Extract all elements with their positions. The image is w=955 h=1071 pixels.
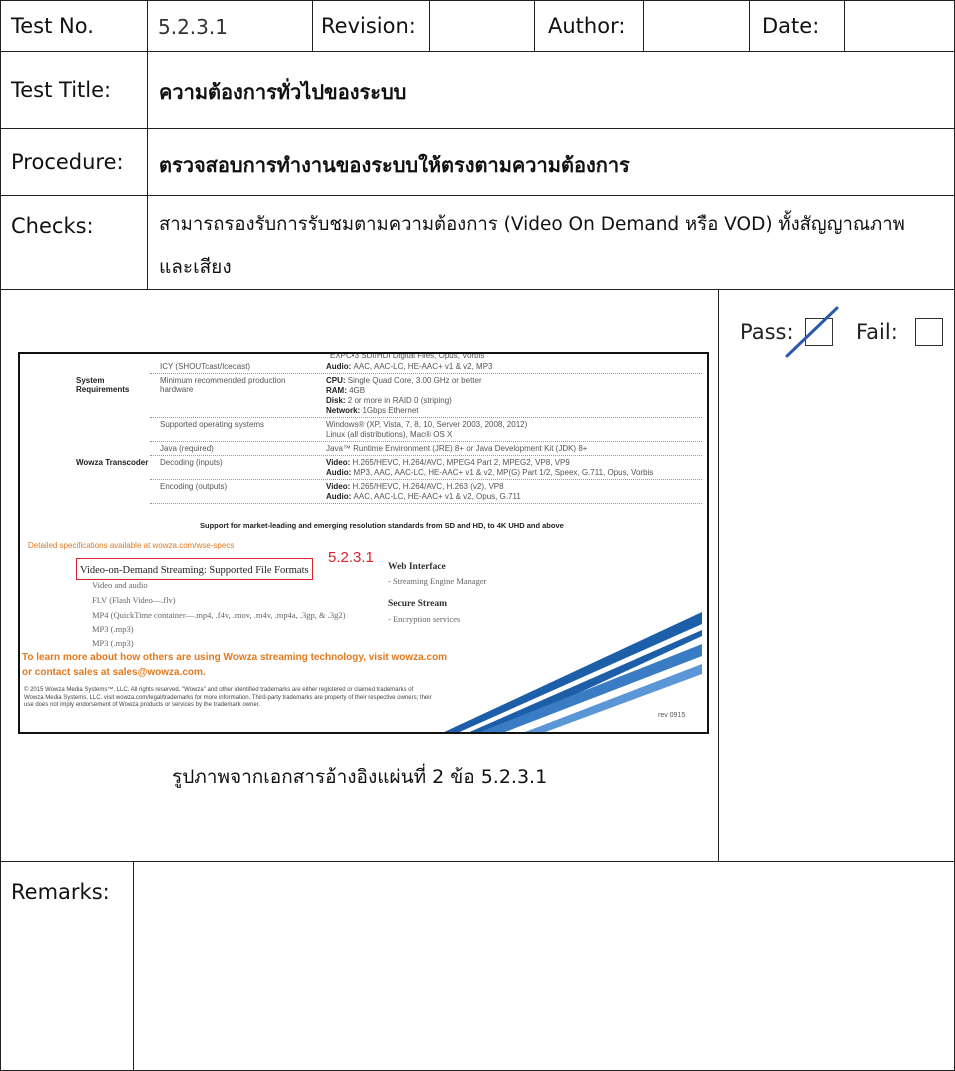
procedure-value-cell: ตรวจสอบการทำงานของระบบให้ตรงตามความต้องก… <box>147 128 955 196</box>
test-no-label-cell: Test No. <box>0 0 148 52</box>
procedure-label: Procedure: <box>11 150 124 174</box>
fail-checkbox[interactable] <box>915 318 943 346</box>
test-no-label: Test No. <box>11 14 94 38</box>
procedure-value: ตรวจสอบการทำงานของระบบให้ตรงตามความต้องก… <box>159 153 630 177</box>
date-label: Date: <box>762 14 820 38</box>
remarks-label-cell: Remarks: <box>0 861 134 1071</box>
pass-check-mark-icon <box>785 306 839 358</box>
revision-label-cell: Revision: <box>312 0 430 52</box>
blue-stripes-graphic <box>444 612 702 732</box>
test-no-value: 5.2.3.1 <box>158 15 228 39</box>
revision-value-cell <box>429 0 535 52</box>
author-label: Author: <box>548 14 626 38</box>
author-value-cell <box>643 0 750 52</box>
test-title-value-cell: ความต้องการทั่วไปของระบบ <box>147 51 955 129</box>
rev-label: rev 0915 <box>658 712 686 719</box>
procedure-label-cell: Procedure: <box>0 128 148 196</box>
test-form: Test No. 5.2.3.1 Revision: Author: Date:… <box>0 0 955 1071</box>
remarks-value-cell[interactable] <box>133 861 955 1071</box>
date-value-cell <box>844 0 955 52</box>
test-title-label-cell: Test Title: <box>0 51 148 129</box>
test-title-label: Test Title: <box>11 78 112 102</box>
checks-label: Checks: <box>11 214 94 238</box>
fail-label: Fail: <box>856 320 898 344</box>
checks-label-cell: Checks: <box>0 195 148 290</box>
date-label-cell: Date: <box>749 0 845 52</box>
reference-document-image: EXPC•3 SDI/HDI Digital Files, Opus, Vorb… <box>18 352 709 734</box>
author-label-cell: Author: <box>534 0 644 52</box>
checks-value-cell: สามารถรองรับการรับชมตามความต้องการ (Vide… <box>147 195 955 290</box>
result-cell: Pass: Fail: <box>718 289 955 862</box>
remarks-label: Remarks: <box>11 880 110 904</box>
test-title-value: ความต้องการทั่วไปของระบบ <box>159 80 407 104</box>
checks-line-2: และเสียง <box>159 256 232 278</box>
test-no-value-cell: 5.2.3.1 <box>147 0 313 52</box>
revision-label: Revision: <box>321 14 416 38</box>
checks-line-1: สามารถรองรับการรับชมตามความต้องการ (Vide… <box>159 214 905 235</box>
figure-caption: รูปภาพจากเอกสารอ้างอิงแผ่นที่ 2 ข้อ 5.2.… <box>172 766 548 788</box>
